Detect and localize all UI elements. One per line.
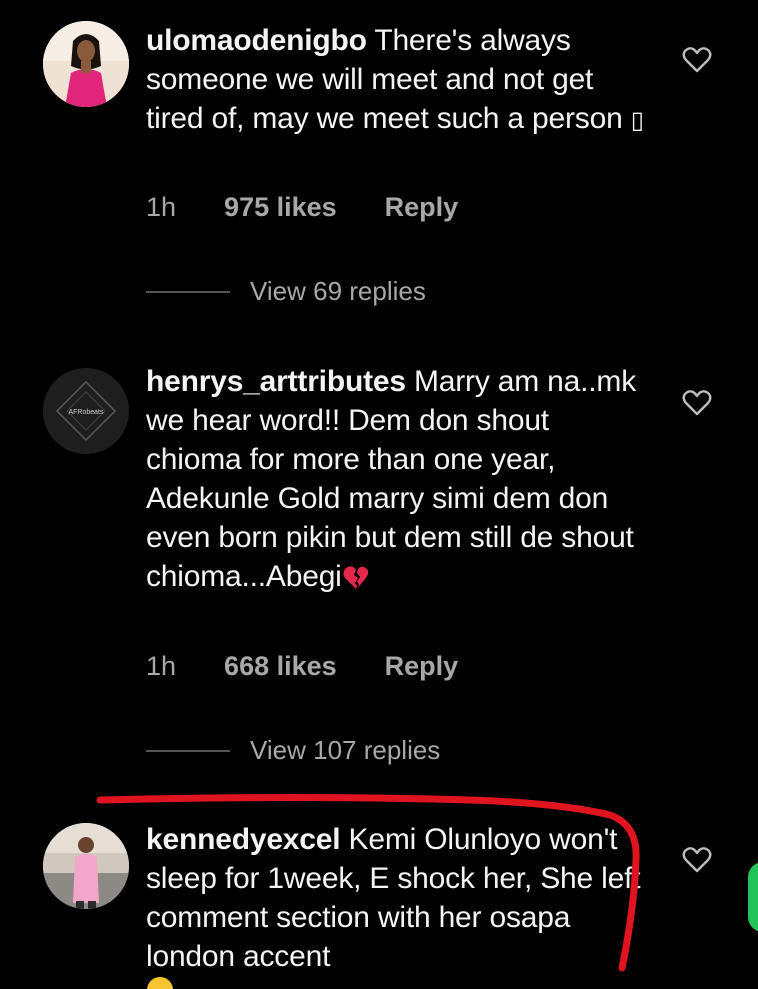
profile-photo-icon xyxy=(43,21,129,107)
side-action-button[interactable] xyxy=(748,862,758,932)
like-heart-icon[interactable] xyxy=(682,389,712,417)
profile-photo-icon xyxy=(43,823,129,909)
view-replies-link[interactable]: View 107 replies xyxy=(146,735,440,766)
comment-meta: 1h 668 likes Reply xyxy=(146,651,458,682)
comment-text: ulomaodenigbo There's always someone we … xyxy=(146,21,646,140)
emoji-partial-icon xyxy=(147,977,173,989)
comment-time: 1h xyxy=(146,651,177,681)
view-replies-link[interactable]: View 69 replies xyxy=(146,276,426,307)
comment-time: 1h xyxy=(146,192,177,222)
like-heart-icon[interactable] xyxy=(682,46,712,74)
reply-button[interactable]: Reply xyxy=(385,192,459,223)
comment-username[interactable]: ulomaodenigbo xyxy=(146,24,367,57)
avatar[interactable]: AFRobeats xyxy=(43,368,129,454)
view-replies-label: View 107 replies xyxy=(250,735,441,765)
avatar[interactable] xyxy=(43,21,129,107)
logo-avatar-icon: AFRobeats xyxy=(43,368,129,454)
like-heart-icon[interactable] xyxy=(682,846,712,874)
divider-line xyxy=(146,749,230,752)
broken-heart-icon xyxy=(342,562,370,601)
missing-glyph: ▯ xyxy=(630,107,644,134)
comment-username[interactable]: kennedyexcel xyxy=(146,823,341,856)
divider-line xyxy=(146,290,230,293)
view-replies-label: View 69 replies xyxy=(250,276,426,306)
comment-text: henrys_arttributes Marry am na..mk we he… xyxy=(146,362,646,601)
comment-text: kennedyexcel Kemi Olunloyo won't sleep f… xyxy=(146,820,646,976)
comment-likes[interactable]: 668 likes xyxy=(224,651,337,682)
reply-button[interactable]: Reply xyxy=(385,651,459,682)
comment-username[interactable]: henrys_arttributes xyxy=(146,365,406,398)
comment-meta: 1h 975 likes Reply xyxy=(146,192,458,223)
avatar[interactable] xyxy=(43,823,129,909)
comment-body: Marry am na..mk we hear word!! Dem don s… xyxy=(146,365,636,593)
avatar-logo-text: AFRobeats xyxy=(68,409,104,416)
comment-likes[interactable]: 975 likes xyxy=(224,192,337,223)
